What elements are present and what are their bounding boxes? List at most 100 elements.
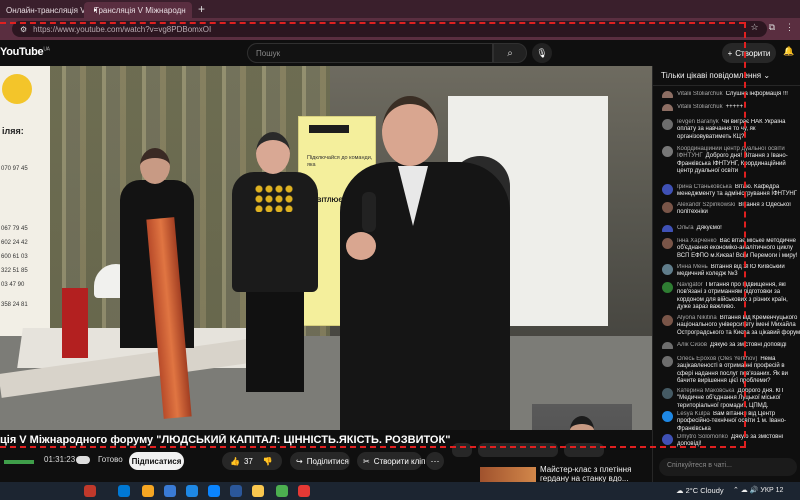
avatar[interactable] (662, 146, 673, 157)
chat-author[interactable]: Инна Мень (677, 264, 708, 270)
copilot-icon[interactable] (142, 485, 154, 497)
avatar[interactable] (662, 225, 673, 233)
chat-input[interactable]: Спілкуйтеся в чаті... (659, 458, 797, 476)
chat-author[interactable]: Ievgen Baranyk (677, 119, 719, 125)
menu-dots-icon[interactable]: ⋮ (785, 22, 794, 33)
share-button[interactable]: ↪ Поділитися (290, 452, 350, 470)
chat-message: Ievgen Baranyk Чи виграє НАК Україна опла… (662, 119, 800, 141)
avatar[interactable] (662, 184, 673, 195)
chat-author[interactable]: Lesya Kulpa (677, 411, 710, 417)
weather-widget[interactable]: ☁ 2°C Cloudy (676, 486, 724, 495)
avatar[interactable] (662, 315, 673, 326)
chat-author[interactable]: Alexandr Szpinkowski (677, 202, 735, 208)
avatar[interactable] (662, 388, 673, 399)
browser-tab-2[interactable]: Трансляція V Міжнародн 🔊 ✕ (84, 2, 192, 18)
holiday-widget-icon[interactable] (84, 485, 96, 497)
chat-author[interactable]: Navigator (677, 282, 703, 288)
sign-language-interpreter (532, 404, 632, 430)
bookmark-star-icon[interactable]: ☆ (750, 22, 758, 33)
avatar[interactable] (662, 119, 673, 130)
subscribe-button[interactable]: Підписатися (129, 452, 184, 470)
clip-button[interactable]: ✂ Створити кліп (357, 452, 425, 470)
language-indicator: УКР (760, 487, 774, 494)
chat-message-body: Vitalii Stoliarchuk Слушна інформація !!! (677, 91, 800, 98)
chat-message: Инна Мень Вітання від ЗПО Київський медич… (662, 264, 800, 279)
teams-icon[interactable] (164, 485, 176, 497)
chat-author[interactable]: Vitalii Stoliarchuk (677, 104, 723, 110)
poster-left-text: іляя: (2, 126, 24, 136)
avatar[interactable] (662, 264, 673, 275)
chat-author[interactable]: Ірина Станьковська (677, 184, 732, 190)
person-man-tshirt (232, 132, 318, 392)
poster-phone: 322 51 85 (1, 268, 28, 274)
avatar[interactable] (662, 434, 673, 445)
live-progress-bar[interactable] (4, 460, 34, 464)
new-tab-button[interactable]: + (198, 2, 205, 16)
avatar[interactable] (662, 411, 673, 422)
youtube-header: YouTubeUA Пошук ⌕ 🎙 + Створити 🔔 (0, 40, 800, 66)
more-dots-icon: ⋯ (430, 455, 440, 466)
tab-label-2: Трансляція V Міжнародн (94, 5, 186, 15)
avatar[interactable] (662, 104, 673, 112)
avatar[interactable] (662, 282, 673, 293)
toggle-switch[interactable] (76, 456, 90, 464)
chrome-icon[interactable] (276, 485, 288, 497)
site-settings-icon[interactable]: ⚙ (20, 25, 27, 34)
search-input[interactable]: Пошук (247, 43, 493, 63)
browser-tab-1[interactable]: Онлайн-трансляція V Міжн ✕ (0, 2, 84, 18)
avatar[interactable] (662, 356, 673, 367)
avatar[interactable] (662, 202, 673, 213)
chat-author[interactable]: Катерина Маковська (677, 388, 735, 394)
poster-phone: 067 79 45 (1, 226, 28, 232)
scissors-icon: ✂ (363, 456, 370, 466)
chat-text: +++++ (725, 104, 744, 110)
poster-logo-icon (2, 74, 32, 104)
logo-text: YouTube (0, 46, 44, 58)
chat-text: Дякуємо! (696, 225, 722, 231)
more-actions-button[interactable]: ⋯ (426, 452, 444, 470)
video-player[interactable]: іляя: 070 97 45 067 79 45 602 24 42 600 … (0, 66, 652, 430)
create-button[interactable]: + Створити (722, 43, 776, 63)
chat-message: Катерина Маковська Доброго дня. КП "Медич… (662, 388, 800, 410)
start-icon[interactable] (118, 485, 130, 497)
chat-message: Vitalii Stoliarchuk Слушна інформація !!! (662, 91, 800, 99)
chat-filter-dropdown[interactable]: Тільки цікаві повідомлення ⌄ (653, 66, 800, 86)
chat-message-body: Lesya Kulpa Вам вітання від Центр професі… (677, 411, 800, 433)
speaker-hand (346, 232, 376, 260)
opera-icon[interactable] (298, 485, 310, 497)
outlook-icon[interactable] (186, 485, 198, 497)
chat-author[interactable]: Ольга (677, 225, 694, 231)
clock: 12 (775, 487, 784, 494)
chat-author[interactable]: Vitalii Stoliarchuk (677, 91, 723, 97)
chat-message: Alexandr Szpinkowski Вітання з Одеської п… (662, 202, 800, 217)
recommended-title: Майстер-клас з плетіння гердану на станк… (540, 465, 631, 483)
avatar[interactable] (662, 342, 673, 350)
thumbs-down-icon[interactable]: 👎 (263, 457, 273, 466)
poster-phone: 358 24 81 (1, 302, 28, 308)
chat-author[interactable]: Інна Харченко (677, 238, 717, 244)
notifications-bell-icon[interactable]: 🔔 (783, 46, 794, 57)
avatar[interactable] (662, 238, 673, 249)
chat-message-body: Vitalii Stoliarchuk +++++ (677, 104, 800, 111)
chat-author[interactable]: Алік Сизов (677, 342, 707, 348)
poster-phone: 03 47 90 (1, 282, 25, 288)
chevron-down-icon: ⌄ (763, 71, 771, 80)
file-explorer-icon[interactable] (252, 485, 264, 497)
word-icon[interactable] (230, 485, 242, 497)
like-button[interactable]: 👍 37 👎 (222, 452, 282, 470)
avatar[interactable] (662, 91, 673, 99)
search-button[interactable]: ⌕ (493, 43, 527, 63)
chat-author[interactable]: Dmytro Solomonko (677, 434, 728, 440)
search-icon: ⌕ (507, 47, 513, 59)
youtube-logo[interactable]: YouTubeUA (0, 46, 50, 58)
voice-search-button[interactable]: 🎙 (532, 43, 552, 63)
chat-message-body: Координаційний центр дуальної освіти ІФН… (677, 146, 800, 175)
system-tray[interactable]: ⌃ ☁ 🔊 УКР 12 (733, 486, 783, 494)
person-head (382, 96, 438, 166)
rec-title-line: Майстер-клас з плетіння (540, 465, 632, 474)
extensions-icon[interactable]: ⧉ (769, 22, 775, 33)
chat-author[interactable]: Alyona Nikitina (677, 315, 717, 321)
chat-message-body: Алік Сизов Дякую за змістовні доповіді (677, 342, 800, 349)
share-label: Поділитися (306, 456, 349, 466)
edge-icon[interactable] (208, 485, 220, 497)
